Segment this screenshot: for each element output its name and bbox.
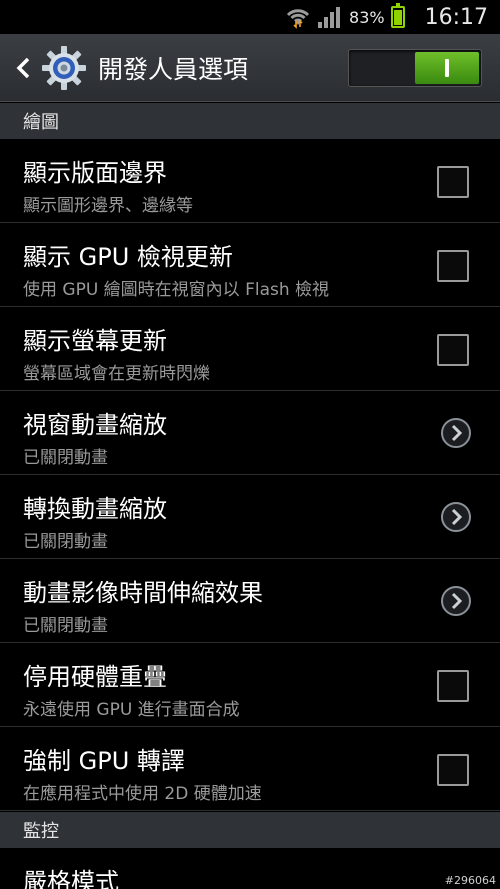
battery-percent: 83%: [349, 7, 385, 27]
setting-row-show-screen-updates[interactable]: 顯示螢幕更新 螢幕區域會在更新時閃爍: [0, 307, 500, 391]
watermark: #296064: [444, 874, 496, 887]
setting-row-transition-animation-scale[interactable]: 轉換動畫縮放 已關閉動畫: [0, 475, 500, 559]
show-gpu-view-updates-checkbox[interactable]: [437, 250, 469, 282]
page-title: 開發人員選項: [98, 54, 249, 84]
setting-summary: 永遠使用 GPU 進行畫面合成: [23, 700, 240, 720]
setting-summary: 已關閉動畫: [23, 448, 108, 468]
setting-title: 顯示 GPU 檢視更新: [23, 243, 233, 271]
setting-row-show-layout-bounds[interactable]: 顯示版面邊界 顯示圖形邊界、邊緣等: [0, 139, 500, 223]
setting-summary: 顯示圖形邊界、邊緣等: [23, 196, 193, 216]
chevron-right-icon[interactable]: [440, 501, 472, 533]
chevron-right-icon[interactable]: [440, 417, 472, 449]
setting-summary: 螢幕區域會在更新時閃爍: [23, 364, 210, 384]
setting-summary: 在應用程式中使用 2D 硬體加速: [23, 784, 262, 804]
setting-summary: 已關閉動畫: [23, 616, 108, 636]
setting-title: 視窗動畫縮放: [23, 411, 167, 439]
setting-row-show-gpu-view-updates[interactable]: 顯示 GPU 檢視更新 使用 GPU 繪圖時在視窗內以 Flash 檢視: [0, 223, 500, 307]
setting-title: 顯示版面邊界: [23, 159, 167, 187]
setting-title: 嚴格模式: [23, 868, 119, 889]
setting-row-strict-mode[interactable]: 嚴格模式: [0, 848, 500, 889]
toggle-on-indicator: [415, 51, 479, 84]
show-layout-bounds-checkbox[interactable]: [437, 166, 469, 198]
setting-summary: 使用 GPU 繪圖時在視窗內以 Flash 檢視: [23, 280, 330, 300]
chevron-left-icon[interactable]: [8, 48, 38, 88]
setting-title: 動畫影像時間伸縮效果: [23, 579, 263, 607]
setting-row-force-gpu-rendering[interactable]: 強制 GPU 轉譯 在應用程式中使用 2D 硬體加速: [0, 727, 500, 811]
signal-icon: [318, 7, 341, 28]
setting-title: 顯示螢幕更新: [23, 327, 167, 355]
gear-icon: [40, 44, 88, 92]
action-bar: 開發人員選項: [0, 34, 500, 102]
wifi-icon: [286, 9, 310, 29]
status-bar: 83% 16:17: [0, 0, 500, 34]
force-gpu-rendering-checkbox[interactable]: [437, 754, 469, 786]
disable-hw-overlays-checkbox[interactable]: [437, 670, 469, 702]
battery-icon: [390, 3, 405, 28]
developer-options-toggle[interactable]: [348, 48, 482, 87]
setting-row-disable-hw-overlays[interactable]: 停用硬體重疊 永遠使用 GPU 進行畫面合成: [0, 643, 500, 727]
section-header-drawing: 繪圖: [0, 103, 500, 139]
setting-title: 轉換動畫縮放: [23, 495, 167, 523]
clock: 16:17: [424, 4, 488, 30]
setting-row-animator-duration-scale[interactable]: 動畫影像時間伸縮效果 已關閉動畫: [0, 559, 500, 643]
section-header-monitoring: 監控: [0, 812, 500, 848]
setting-row-window-animation-scale[interactable]: 視窗動畫縮放 已關閉動畫: [0, 391, 500, 475]
setting-summary: 已關閉動畫: [23, 532, 108, 552]
setting-title: 強制 GPU 轉譯: [23, 747, 185, 775]
setting-title: 停用硬體重疊: [23, 663, 167, 691]
show-screen-updates-checkbox[interactable]: [437, 334, 469, 366]
chevron-right-icon[interactable]: [440, 585, 472, 617]
